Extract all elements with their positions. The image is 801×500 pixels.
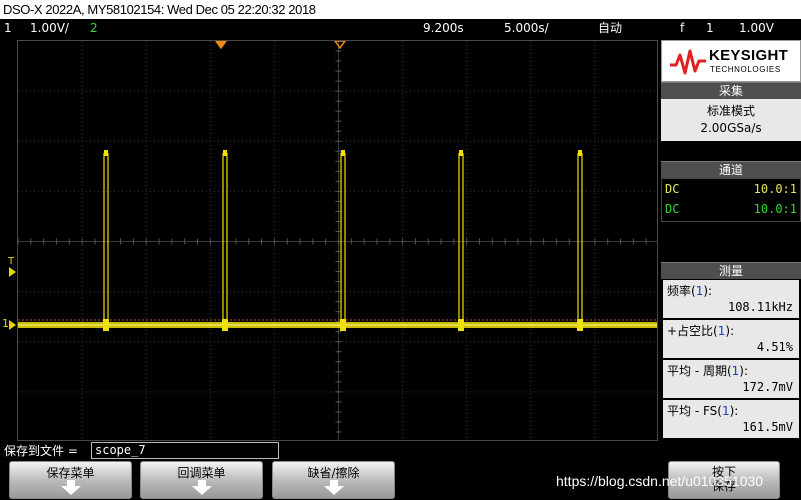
trigger-source[interactable]: 1 <box>706 19 714 38</box>
measurement-value: 161.5mV <box>742 420 793 434</box>
top-markers <box>215 41 346 50</box>
acquisition-mode-value: 标准模式 <box>706 104 755 118</box>
channel-info: DC 10.0:1 DC 10.0:1 <box>661 178 801 222</box>
trigger-arrow-icon <box>9 267 16 277</box>
ch2-coupling: DC <box>665 202 680 216</box>
ch1-probe: 10.0:1 <box>753 182 797 196</box>
right-panel: KEYSIGHT TECHNOLOGIES 采集 标准模式 2.00GSa/s … <box>661 40 801 440</box>
sample-rate-value: 2.00GSa/s <box>700 121 762 135</box>
acquisition-header[interactable]: 采集 <box>661 82 801 99</box>
trigger-level[interactable]: 1.00V <box>739 19 774 38</box>
save-menu-button[interactable]: 保存菜单 <box>9 461 132 499</box>
window-title: DSO-X 2022A, MY58102154: Wed Dec 05 22:2… <box>0 0 801 19</box>
ch2-setting: DC 10.0:1 <box>665 202 797 216</box>
measurement-value: 4.51% <box>756 340 793 354</box>
measurement-label: 频率(1): <box>667 284 713 298</box>
acquisition-info: 标准模式 2.00GSa/s <box>661 99 801 141</box>
keysight-wave-icon <box>670 49 706 75</box>
measurement-label: +占空比(1): <box>667 324 735 338</box>
measurement-duty-cycle[interactable]: +占空比(1): 4.51% <box>663 320 799 358</box>
save-file-label: 保存到文件 = <box>4 444 78 458</box>
measurement-value: 172.7mV <box>742 380 793 394</box>
channel-header[interactable]: 通道 <box>661 161 801 178</box>
measurement-frequency[interactable]: 频率(1): 108.11kHz <box>663 280 799 318</box>
brand-subtitle: TECHNOLOGIES <box>710 65 781 74</box>
softkey-label: 保存菜单 <box>46 466 95 480</box>
measure-header[interactable]: 测量 <box>661 262 801 279</box>
ch1-coupling: DC <box>665 182 680 196</box>
waveform-display[interactable] <box>17 40 658 441</box>
trigger-level-marker[interactable]: T <box>8 256 14 267</box>
ch2-probe: 10.0:1 <box>753 202 797 216</box>
softkey-label: 回调菜单 <box>177 466 226 480</box>
ch1-arrow-icon <box>9 320 16 330</box>
save-file-row: 保存到文件 = scope_7 <box>0 441 801 460</box>
ch2-number[interactable]: 2 <box>90 19 98 38</box>
recall-menu-button[interactable]: 回调菜单 <box>140 461 263 499</box>
arrow-down-icon <box>60 486 81 495</box>
arrow-down-icon <box>191 486 212 495</box>
waveform-svg <box>18 41 657 440</box>
time-position[interactable]: 9.200s <box>423 19 464 38</box>
ch1-scale[interactable]: 1.00V/ <box>30 19 69 38</box>
ch1-setting: DC 10.0:1 <box>665 182 797 196</box>
keysight-logo: KEYSIGHT TECHNOLOGIES <box>661 40 801 82</box>
ch1-ground-marker[interactable]: 1 <box>2 317 9 330</box>
measurement-label: 平均 - FS(1): <box>667 404 739 418</box>
left-markers: T 1 <box>0 40 17 441</box>
brand-name: KEYSIGHT <box>709 47 789 64</box>
save-filename-field[interactable]: scope_7 <box>91 442 279 459</box>
watermark-url: https://blog.csdn.net/u010351030 <box>556 473 764 489</box>
measurement-value: 108.11kHz <box>727 300 793 314</box>
default-erase-button[interactable]: 缺省/擦除 <box>272 461 395 499</box>
graticule <box>18 41 657 440</box>
time-scale[interactable]: 5.000s/ <box>504 19 549 38</box>
softkey-label: 缺省/擦除 <box>307 466 360 480</box>
trigger-rising-edge-icon: f <box>680 21 685 35</box>
status-bar: 1 1.00V/ 2 9.200s 5.000s/ 自动 f 1 1.00V <box>0 19 801 38</box>
measurement-label: 平均 - 周期(1): <box>667 364 749 378</box>
acquisition-mode[interactable]: 自动 <box>598 19 622 38</box>
ch1-number[interactable]: 1 <box>4 19 12 38</box>
arrow-down-icon <box>323 486 344 495</box>
measurement-avg-period[interactable]: 平均 - 周期(1): 172.7mV <box>663 360 799 398</box>
measurement-avg-fs[interactable]: 平均 - FS(1): 161.5mV <box>663 400 799 438</box>
